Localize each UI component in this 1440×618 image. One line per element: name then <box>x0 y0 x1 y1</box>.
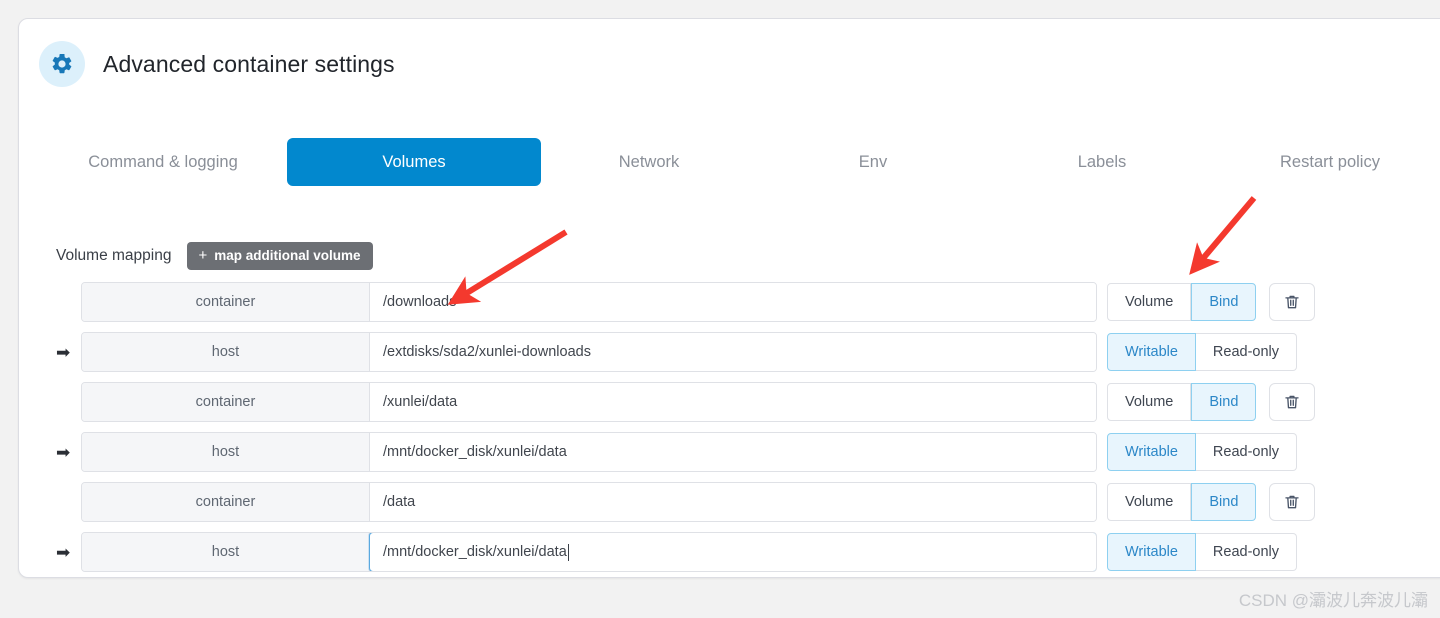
host-path-input[interactable]: /mnt/docker_disk/xunlei/data <box>370 433 1096 471</box>
access-readonly-button[interactable]: Read-only <box>1195 333 1298 371</box>
host-row: ➡ host /mnt/docker_disk/xunlei/data Writ… <box>56 430 1440 474</box>
gear-icon <box>39 41 85 87</box>
watermark: CSDN @灞波儿奔波儿灞 <box>1238 591 1428 610</box>
tab-labels[interactable]: Labels <box>989 138 1215 186</box>
volume-type-toggle: Volume Bind <box>1107 283 1257 321</box>
access-mode-toggle: Writable Read-only <box>1107 433 1298 471</box>
container-row: container /xunlei/data Volume Bind <box>56 380 1440 424</box>
volume-type-toggle: Volume Bind <box>1107 383 1257 421</box>
container-prefix-label: container <box>82 283 370 321</box>
page-header: Advanced container settings <box>39 41 395 87</box>
settings-tabs: Command & logging Volumes Network Env La… <box>39 132 1440 192</box>
container-path-input[interactable]: /downloads <box>370 283 1096 321</box>
volume-mapping-group: container /data Volume Bind ➡ host /mnt/… <box>56 480 1440 574</box>
volume-type-volume-button[interactable]: Volume <box>1107 383 1192 421</box>
arrow-right-icon: ➡ <box>56 342 71 362</box>
container-path-input-group[interactable]: container /data <box>81 482 1097 522</box>
delete-volume-button[interactable] <box>1269 383 1316 421</box>
tab-volumes[interactable]: Volumes <box>287 138 541 186</box>
volume-mapping-group: container /downloads Volume Bind ➡ host … <box>56 280 1440 374</box>
container-prefix-label: container <box>82 483 370 521</box>
volume-type-bind-button[interactable]: Bind <box>1191 383 1257 421</box>
tab-restart-policy[interactable]: Restart policy <box>1215 138 1440 186</box>
access-mode-toggle: Writable Read-only <box>1107 333 1298 371</box>
volume-mapping-group: container /xunlei/data Volume Bind ➡ hos… <box>56 380 1440 474</box>
host-path-value: /mnt/docker_disk/xunlei/data <box>383 544 567 560</box>
access-writable-button[interactable]: Writable <box>1107 433 1196 471</box>
host-path-input[interactable]: /extdisks/sda2/xunlei-downloads <box>370 333 1096 371</box>
access-writable-button[interactable]: Writable <box>1107 333 1196 371</box>
host-prefix-label: host <box>82 533 370 571</box>
access-mode-toggle: Writable Read-only <box>1107 533 1298 571</box>
container-row: container /downloads Volume Bind <box>56 280 1440 324</box>
volume-mapping-header: Volume mapping + map additional volume <box>56 242 373 270</box>
plus-icon: + <box>198 247 208 264</box>
access-readonly-button[interactable]: Read-only <box>1195 433 1298 471</box>
volume-type-volume-button[interactable]: Volume <box>1107 283 1192 321</box>
map-additional-volume-label: map additional volume <box>214 248 361 263</box>
container-path-input-group[interactable]: container /downloads <box>81 282 1097 322</box>
host-path-input-group[interactable]: host /mnt/docker_disk/xunlei/data <box>81 532 1097 572</box>
delete-volume-button[interactable] <box>1269 483 1316 521</box>
container-path-input[interactable]: /xunlei/data <box>370 383 1096 421</box>
arrow-right-icon: ➡ <box>56 442 71 462</box>
host-path-input-group[interactable]: host /mnt/docker_disk/xunlei/data <box>81 432 1097 472</box>
advanced-settings-card: Advanced container settings Command & lo… <box>18 18 1440 578</box>
volume-mapping-label: Volume mapping <box>56 247 172 264</box>
volume-type-volume-button[interactable]: Volume <box>1107 483 1192 521</box>
delete-volume-button[interactable] <box>1269 283 1316 321</box>
host-row: ➡ host /extdisks/sda2/xunlei-downloads W… <box>56 330 1440 374</box>
container-path-input-group[interactable]: container /xunlei/data <box>81 382 1097 422</box>
host-path-input-group[interactable]: host /extdisks/sda2/xunlei-downloads <box>81 332 1097 372</box>
screen: Advanced container settings Command & lo… <box>0 0 1440 618</box>
arrow-right-icon: ➡ <box>56 542 71 562</box>
tab-network[interactable]: Network <box>541 138 757 186</box>
volume-type-bind-button[interactable]: Bind <box>1191 483 1257 521</box>
map-additional-volume-button[interactable]: + map additional volume <box>187 242 373 270</box>
container-prefix-label: container <box>82 383 370 421</box>
volume-rows: container /downloads Volume Bind ➡ host … <box>56 280 1440 580</box>
volume-type-bind-button[interactable]: Bind <box>1191 283 1257 321</box>
container-row: container /data Volume Bind <box>56 480 1440 524</box>
host-prefix-label: host <box>82 333 370 371</box>
text-caret <box>567 543 569 561</box>
host-path-input-focused[interactable]: /mnt/docker_disk/xunlei/data <box>369 533 1096 571</box>
host-row: ➡ host /mnt/docker_disk/xunlei/data Writ… <box>56 530 1440 574</box>
access-writable-button[interactable]: Writable <box>1107 533 1196 571</box>
volume-type-toggle: Volume Bind <box>1107 483 1257 521</box>
tab-env[interactable]: Env <box>757 138 989 186</box>
tab-command-logging[interactable]: Command & logging <box>39 138 287 186</box>
container-path-input[interactable]: /data <box>370 483 1096 521</box>
host-prefix-label: host <box>82 433 370 471</box>
page-title: Advanced container settings <box>103 50 395 77</box>
access-readonly-button[interactable]: Read-only <box>1195 533 1298 571</box>
